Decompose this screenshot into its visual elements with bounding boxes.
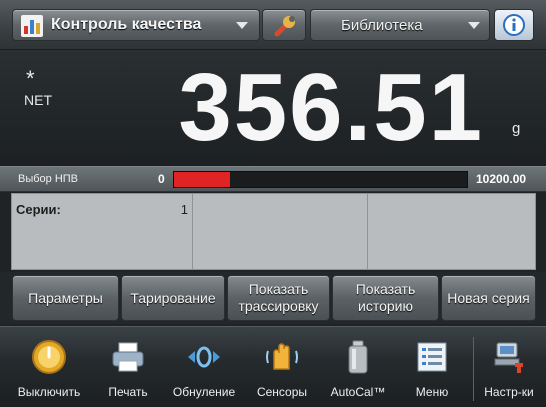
capacity-bar-fill bbox=[174, 172, 230, 187]
menu-button[interactable]: Меню bbox=[397, 327, 467, 407]
dock-label: Выключить bbox=[17, 385, 81, 399]
chevron-down-icon bbox=[468, 22, 480, 29]
stability-indicator: * bbox=[26, 66, 35, 91]
action-buttons: Параметры Тарирование Показать трассиров… bbox=[0, 272, 546, 324]
printer-icon bbox=[112, 342, 144, 372]
power-off-button[interactable]: Выключить bbox=[10, 327, 88, 407]
tools-button[interactable] bbox=[262, 9, 306, 41]
info-icon bbox=[503, 14, 525, 36]
info-cell-empty bbox=[193, 194, 368, 269]
settings-button[interactable]: Настр-ки bbox=[476, 327, 542, 407]
capacity-label: Выбор НПВ bbox=[18, 173, 79, 185]
dock-label: Печать bbox=[108, 385, 148, 399]
dock-label: AutoCal™ bbox=[330, 385, 386, 399]
series-label: Серии: bbox=[16, 202, 61, 217]
wrench-icon bbox=[274, 16, 295, 37]
series-cell: Серии: 1 bbox=[12, 194, 193, 269]
dock-separator bbox=[473, 337, 474, 401]
zero-icon bbox=[188, 346, 220, 368]
sensors-button[interactable]: Сенсоры bbox=[245, 327, 319, 407]
new-series-button[interactable]: Новая серия bbox=[441, 275, 536, 321]
info-button[interactable] bbox=[494, 9, 534, 41]
bar-chart-icon bbox=[21, 15, 43, 37]
autocal-button[interactable]: AutoCal™ bbox=[321, 327, 395, 407]
settings-icon bbox=[494, 342, 523, 373]
chevron-down-icon bbox=[236, 22, 248, 29]
tare-button[interactable]: Тарирование bbox=[121, 275, 225, 321]
capacity-min: 0 bbox=[158, 172, 165, 186]
show-history-button[interactable]: Показать историю bbox=[332, 275, 439, 321]
capacity-bar-row: Выбор НПВ 0 10200.00 bbox=[0, 166, 546, 192]
dock-label: Меню bbox=[415, 385, 449, 399]
dock-label: Обнуление bbox=[172, 385, 236, 399]
autocal-weight-icon bbox=[348, 340, 368, 374]
show-trace-button[interactable]: Показать трассировку bbox=[227, 275, 330, 321]
capacity-bar bbox=[173, 171, 468, 188]
dock-label: Настр-ки bbox=[484, 385, 534, 399]
library-selector[interactable]: Библиотека bbox=[310, 9, 490, 41]
hand-sensor-icon bbox=[266, 343, 298, 370]
parameters-button[interactable]: Параметры bbox=[12, 275, 119, 321]
application-title: Контроль качества bbox=[51, 16, 202, 33]
capacity-max: 10200.00 bbox=[476, 172, 527, 186]
power-icon bbox=[32, 340, 66, 374]
reference-info-panel: Серии: 1 bbox=[11, 193, 536, 270]
print-button[interactable]: Печать bbox=[94, 327, 162, 407]
zero-button[interactable]: Обнуление bbox=[165, 327, 243, 407]
top-bar: Контроль качества Библиотека bbox=[0, 0, 546, 50]
info-cell-empty bbox=[368, 194, 535, 269]
net-label: NET bbox=[24, 92, 52, 108]
application-selector[interactable]: Контроль качества bbox=[12, 9, 260, 41]
weight-value: 356.51 bbox=[178, 54, 484, 161]
unit-label[interactable]: g bbox=[512, 120, 520, 137]
weight-display: * NET 356.51 g bbox=[0, 50, 546, 166]
series-value: 1 bbox=[180, 202, 188, 217]
menu-list-icon bbox=[417, 342, 447, 372]
bottom-dock: Выключить Печать Обнуление Сенсоры AutoC… bbox=[0, 326, 546, 407]
library-label: Библиотека bbox=[341, 17, 423, 34]
dock-label: Сенсоры bbox=[256, 385, 308, 399]
